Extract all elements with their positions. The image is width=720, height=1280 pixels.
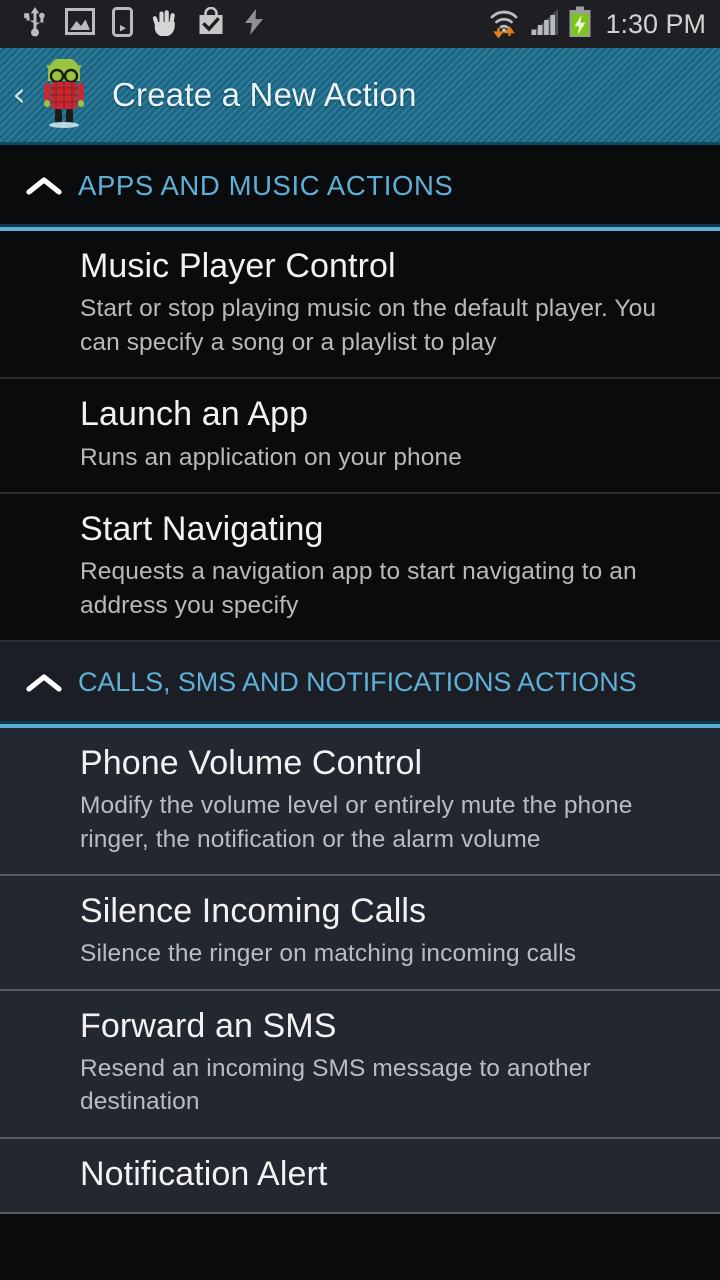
- list-item-title: Start Navigating: [80, 509, 324, 548]
- usb-icon: [22, 6, 48, 42]
- android-screen: 1:30 PM ‹ Create a New Action APPS AND M…: [0, 0, 720, 1280]
- status-bar-right-icons: 1:30 PM: [488, 6, 706, 43]
- list-item-phone-volume-control[interactable]: Phone Volume Control Modify the volume l…: [0, 728, 720, 876]
- list-item-title: Forward an SMS: [80, 1006, 337, 1045]
- section-header-calls-sms-notifications[interactable]: CALLS, SMS AND NOTIFICATIONS ACTIONS: [0, 641, 720, 728]
- section-header-apps-and-music[interactable]: APPS AND MUSIC ACTIONS: [0, 145, 720, 231]
- list-item-title: Silence Incoming Calls: [80, 891, 427, 930]
- list-item-title: Music Player Control: [80, 247, 396, 285]
- hand-gesture-icon: [150, 7, 180, 42]
- list-item-forward-an-sms[interactable]: Forward an SMS Resend an incoming SMS me…: [0, 991, 720, 1139]
- action-bar: ‹ Create a New Action: [0, 48, 720, 145]
- list-item-title: Launch an App: [80, 395, 309, 434]
- list-item-start-navigating[interactable]: Start Navigating Requests a navigation a…: [0, 494, 720, 642]
- chevron-up-icon[interactable]: [16, 670, 72, 696]
- list-item-silence-incoming-calls[interactable]: Silence Incoming Calls Silence the ringe…: [0, 876, 720, 991]
- action-list-calls-sms-notifications: Phone Volume Control Modify the volume l…: [0, 727, 720, 1215]
- status-bar-clock: 1:30 PM: [605, 8, 706, 39]
- lightning-bolt-icon: [242, 8, 266, 41]
- play-store-bag-icon: [197, 6, 225, 42]
- screenshot-image-icon: [65, 8, 95, 40]
- status-bar[interactable]: 1:30 PM: [0, 0, 720, 48]
- list-item-description: Silence the ringer on matching incoming …: [80, 940, 577, 968]
- section-title-calls-sms-notifications: CALLS, SMS AND NOTIFICATIONS ACTIONS: [78, 667, 637, 698]
- section-title-apps-and-music: APPS AND MUSIC ACTIONS: [78, 170, 454, 201]
- list-item-title: Phone Volume Control: [80, 743, 423, 782]
- back-button[interactable]: ‹: [4, 78, 34, 112]
- page-title: Create a New Action: [112, 76, 417, 113]
- list-item-music-player-control[interactable]: Music Player Control Start or stop playi…: [0, 231, 720, 380]
- cell-signal-icon: [528, 7, 560, 42]
- list-item-description: Start or stop playing music on the defau…: [80, 295, 657, 356]
- automateit-nerd-android-icon[interactable]: [38, 57, 90, 131]
- list-item-title: Notification Alert: [80, 1154, 328, 1193]
- list-item-launch-an-app[interactable]: Launch an App Runs an application on you…: [0, 379, 720, 494]
- list-item-description: Requests a navigation app to start navig…: [80, 558, 637, 619]
- action-list-apps-and-music: Music Player Control Start or stop playi…: [0, 231, 720, 642]
- list-item-description: Resend an incoming SMS message to anothe…: [80, 1055, 591, 1116]
- chevron-up-icon[interactable]: [16, 173, 72, 199]
- status-bar-left-icons: [22, 6, 488, 42]
- list-item-notification-alert[interactable]: Notification Alert: [0, 1139, 720, 1215]
- list-item-description: Runs an application on your phone: [80, 443, 462, 471]
- media-device-icon: [112, 6, 133, 42]
- battery-charging-icon: [568, 6, 592, 43]
- wifi-icon: [488, 6, 520, 43]
- list-item-description: Modify the volume level or entirely mute…: [80, 792, 633, 853]
